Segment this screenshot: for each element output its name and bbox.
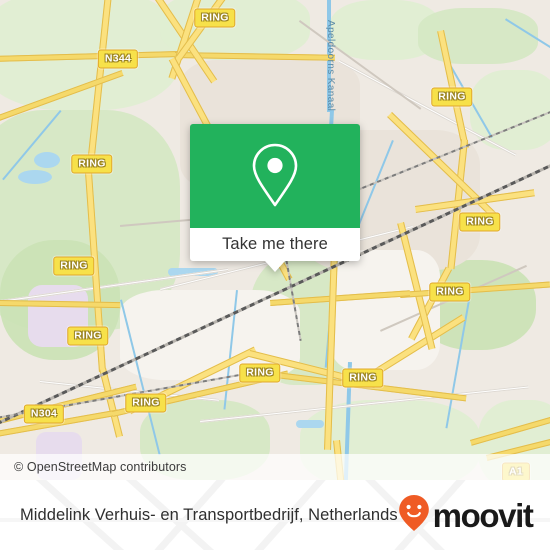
moovit-wordmark: moovit — [432, 496, 534, 534]
ring-road — [99, 368, 123, 438]
road-shield: RING — [194, 8, 236, 28]
road-shield: RING — [342, 368, 384, 388]
road-shield: RING — [67, 326, 109, 346]
location-card-header — [190, 124, 360, 228]
location-card[interactable]: Take me there — [190, 124, 360, 272]
map-pin-outline-icon — [247, 141, 303, 211]
road-shield: RING — [71, 154, 113, 174]
road-shield: RING — [125, 393, 167, 413]
road-shield: N304 — [23, 404, 65, 424]
moovit-smiley-pin-icon — [398, 494, 430, 537]
water-body — [18, 170, 52, 184]
water-body — [296, 420, 324, 428]
map-attribution[interactable]: © OpenStreetMap contributors — [0, 454, 550, 480]
landuse-area — [418, 8, 538, 64]
location-card-footer[interactable]: Take me there — [190, 228, 360, 272]
road-shield: RING — [429, 282, 471, 302]
road-shield: RING — [53, 256, 95, 276]
moovit-map-screenshot: Apeldoorns Kanaal RING N344 RING RING RING RI… — [0, 0, 550, 550]
road-shield: RING — [431, 87, 473, 107]
take-me-there-label: Take me there — [222, 235, 328, 253]
page-footer: Middelink Verhuis- en Transportbedrijf, … — [0, 480, 550, 550]
water-body — [34, 152, 60, 168]
attribution-text: © OpenStreetMap contributors — [14, 460, 187, 474]
road-shield: RING — [239, 363, 281, 383]
page-title: Middelink Verhuis- en Transportbedrijf, … — [20, 505, 398, 524]
moovit-logo[interactable]: moovit — [398, 494, 550, 537]
road-shield: N344 — [97, 49, 139, 69]
road-shield: RING — [459, 212, 501, 232]
canal-label: Apeldoorns Kanaal — [325, 20, 336, 112]
card-pointer-tail — [265, 261, 285, 272]
